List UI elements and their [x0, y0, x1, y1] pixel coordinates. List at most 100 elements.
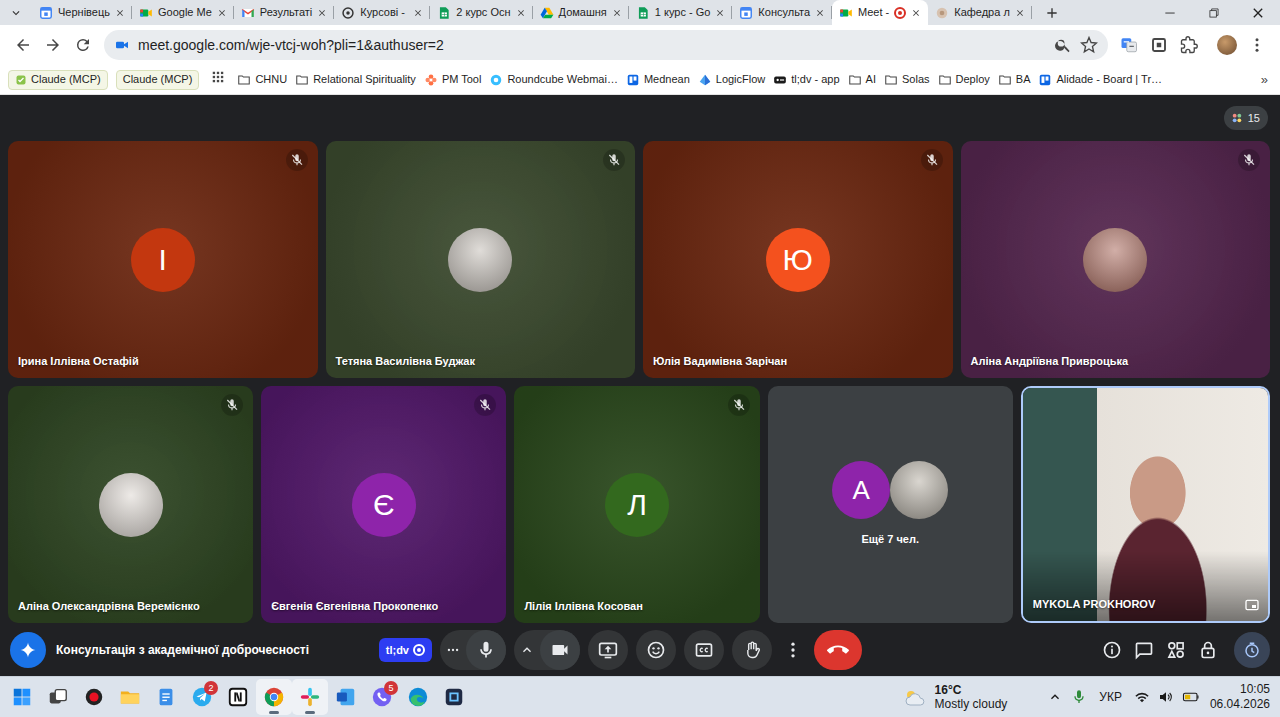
chevron-up-icon[interactable]: [1047, 689, 1063, 705]
leave-call-button[interactable]: [814, 630, 862, 670]
profile-button[interactable]: [1212, 30, 1242, 60]
apps-button[interactable]: [211, 70, 225, 89]
self-tile[interactable]: MYKOLA PROKHOROV: [1021, 386, 1270, 623]
close-icon[interactable]: [1015, 8, 1025, 18]
weather-widget[interactable]: 16°CMostly cloudy: [903, 683, 1008, 711]
browser-tab[interactable]: 1 курс - Go: [629, 0, 733, 25]
forward-button[interactable]: [38, 30, 68, 60]
close-icon[interactable]: [911, 8, 921, 18]
bookmark[interactable]: Relational Spirituality: [295, 71, 416, 88]
menu-button[interactable]: [1242, 30, 1272, 60]
extensions-button[interactable]: [1174, 30, 1204, 60]
bookmark-chip[interactable]: Claude (MCP): [8, 70, 108, 90]
browser-tab[interactable]: Консульта: [732, 0, 832, 25]
wifi-icon[interactable]: [1134, 689, 1150, 705]
host-controls-button[interactable]: [1192, 630, 1224, 670]
restore-button[interactable]: [1192, 0, 1236, 25]
bookmark[interactable]: LogicFlow: [698, 71, 766, 88]
audio-options-button[interactable]: [440, 630, 466, 670]
more-participants-tile[interactable]: АЕщё 7 чел.: [768, 386, 1013, 623]
participant-tile[interactable]: ІІрина Іллівна Остафій: [8, 141, 318, 378]
participant-tile[interactable]: ЮЮлія Вадимівна Зарічан: [643, 141, 953, 378]
participant-tile[interactable]: ЛЛілія Іллівна Косован: [514, 386, 759, 623]
battery-icon[interactable]: [1182, 688, 1200, 706]
browser-tab[interactable]: Кафедра л: [928, 0, 1032, 25]
taskbar-app[interactable]: 2: [184, 679, 220, 715]
mic-control[interactable]: [440, 630, 506, 670]
camera-button[interactable]: [540, 630, 580, 670]
captions-button[interactable]: [684, 630, 724, 670]
speaker-icon[interactable]: [1158, 689, 1174, 705]
video-options-button[interactable]: [514, 630, 540, 670]
taskbar-app[interactable]: [400, 679, 436, 715]
close-icon[interactable]: [317, 8, 327, 18]
participant-tile[interactable]: Тетяна Василівна Буджак: [326, 141, 636, 378]
taskbar-app[interactable]: [76, 679, 112, 715]
taskbar-app[interactable]: [256, 679, 292, 715]
taskbar-app[interactable]: [292, 679, 328, 715]
pip-icon[interactable]: [1244, 597, 1260, 613]
participant-count[interactable]: 15: [1224, 106, 1268, 130]
taskbar-app[interactable]: [220, 679, 256, 715]
activities-button[interactable]: [1160, 630, 1192, 670]
tab-search-button[interactable]: [4, 3, 28, 23]
close-icon[interactable]: [413, 8, 423, 18]
bookmark-chip[interactable]: Claude (MCP): [116, 70, 200, 90]
reactions-button[interactable]: [636, 630, 676, 670]
gemini-button[interactable]: [10, 632, 46, 668]
more-options-button[interactable]: [780, 630, 806, 670]
chat-button[interactable]: [1128, 630, 1160, 670]
star-icon[interactable]: [1080, 36, 1098, 54]
mic-button[interactable]: [466, 630, 506, 670]
close-icon[interactable]: [115, 8, 125, 18]
taskbar-app[interactable]: [328, 679, 364, 715]
raise-hand-button[interactable]: [732, 630, 772, 670]
bookmark[interactable]: Solas: [884, 71, 930, 88]
bookmark[interactable]: PM Tool: [424, 71, 482, 88]
taskbar-app[interactable]: 5: [364, 679, 400, 715]
extension-button[interactable]: [1144, 30, 1174, 60]
bookmark[interactable]: Roundcube Webmai…: [489, 71, 617, 88]
present-button[interactable]: [588, 630, 628, 670]
participant-tile[interactable]: Аліна Олександрівна Веремієнко: [8, 386, 253, 623]
microphone-icon[interactable]: [1071, 689, 1087, 705]
bookmark[interactable]: AI: [848, 71, 876, 88]
bookmark[interactable]: tl;dv - app: [773, 71, 839, 88]
info-button[interactable]: [1096, 630, 1128, 670]
browser-tab[interactable]: Meet -: [832, 0, 928, 25]
browser-tab[interactable]: Домашня: [533, 0, 629, 25]
camera-control[interactable]: [514, 630, 580, 670]
zoom-icon[interactable]: [1054, 36, 1072, 54]
taskbar-app[interactable]: [40, 679, 76, 715]
close-icon[interactable]: [815, 8, 825, 18]
recorder-badge[interactable]: tl;dv: [379, 638, 432, 662]
taskbar-app[interactable]: [4, 679, 40, 715]
close-icon[interactable]: [715, 8, 725, 18]
participant-tile[interactable]: Аліна Андріївна Привроцька: [961, 141, 1271, 378]
close-window-button[interactable]: [1236, 0, 1280, 25]
browser-tab[interactable]: Чернівець: [32, 0, 132, 25]
close-icon[interactable]: [516, 8, 526, 18]
browser-tab[interactable]: 2 курс Осн: [430, 0, 532, 25]
browser-tab[interactable]: Результаті: [234, 0, 334, 25]
browser-tab[interactable]: Google Me: [132, 0, 234, 25]
more-bookmarks-button[interactable]: »: [1257, 70, 1272, 90]
bookmark[interactable]: Deploy: [938, 71, 990, 88]
address-bar[interactable]: meet.google.com/wje-vtcj-woh?pli=1&authu…: [104, 30, 1108, 60]
taskbar-app[interactable]: [148, 679, 184, 715]
bookmark[interactable]: CHNU: [237, 71, 287, 88]
close-icon[interactable]: [612, 8, 622, 18]
bookmark[interactable]: Mednean: [626, 71, 690, 88]
bookmark[interactable]: BA: [998, 71, 1031, 88]
taskbar-app[interactable]: [436, 679, 472, 715]
reload-button[interactable]: [68, 30, 98, 60]
translate-button[interactable]: [1114, 30, 1144, 60]
input-language[interactable]: УКР: [1099, 688, 1122, 706]
taskbar-app[interactable]: [112, 679, 148, 715]
timer-button[interactable]: [1234, 632, 1270, 668]
participant-tile[interactable]: ЄЄвгенія Євгенівна Прокопенко: [261, 386, 506, 623]
browser-tab[interactable]: Курсові -: [334, 0, 430, 25]
minimize-button[interactable]: [1148, 0, 1192, 25]
close-icon[interactable]: [217, 8, 227, 18]
back-button[interactable]: [8, 30, 38, 60]
